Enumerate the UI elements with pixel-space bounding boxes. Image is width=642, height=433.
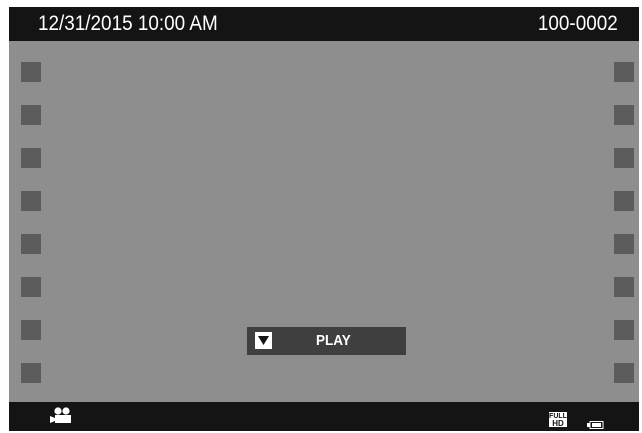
film-sprocket-hole <box>614 234 634 254</box>
file-number: 100-0002 <box>538 12 618 35</box>
film-sprocket-hole <box>21 62 41 82</box>
film-sprocket-hole <box>21 363 41 383</box>
date-time-stamp: 12/31/2015 10:00 AM <box>38 12 218 35</box>
playback-screen: 12/31/2015 10:00 AM 100-0002 PLAY FULL H… <box>9 7 639 431</box>
full-hd-label-bottom: HD <box>552 419 564 428</box>
film-sprocket-hole <box>21 191 41 211</box>
play-button[interactable]: PLAY <box>247 327 406 355</box>
film-sprocket-hole <box>614 191 634 211</box>
movie-camera-icon <box>50 407 72 429</box>
full-hd-icon: FULL HD <box>549 412 567 428</box>
film-sprocket-hole <box>21 320 41 340</box>
film-sprocket-hole <box>614 363 634 383</box>
film-sprocket-hole <box>614 148 634 168</box>
down-arrow-key-icon <box>255 332 272 349</box>
film-sprocket-hole <box>21 105 41 125</box>
film-sprocket-hole <box>21 148 41 168</box>
film-sprocket-hole <box>614 105 634 125</box>
film-sprocket-hole <box>21 277 41 297</box>
info-bar-bottom: FULL HD <box>9 402 639 431</box>
film-sprocket-hole <box>614 320 634 340</box>
battery-icon <box>587 416 604 431</box>
film-sprocket-hole <box>614 62 634 82</box>
info-bar-top: 12/31/2015 10:00 AM 100-0002 <box>9 7 639 41</box>
play-label: PLAY <box>316 332 351 349</box>
film-sprocket-hole <box>614 277 634 297</box>
film-sprocket-hole <box>21 234 41 254</box>
